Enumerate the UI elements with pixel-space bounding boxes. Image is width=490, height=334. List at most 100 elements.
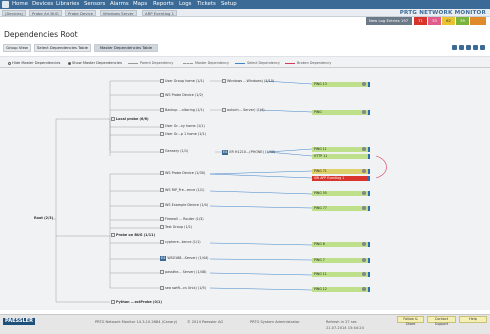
breadcrumb-probe[interactable]: Probe Ari BUG [29,10,62,16]
tree-node-device[interactable]: WS RIP_Fre...ence (1/1) [160,188,204,193]
zoom-out-icon[interactable] [459,45,464,50]
zoom-in-icon[interactable] [452,45,457,50]
breadcrumb-probe-device[interactable]: Probe Device [65,10,96,16]
nav-logs[interactable]: Logs [179,1,191,8]
tree-node-group[interactable]: User Gr...ny home (1/1) [160,124,205,129]
tree-node-device[interactable]: WS Probe Device (1/2) [160,93,203,98]
device-icon [160,188,164,192]
follow-share-button[interactable]: Follow & Share [397,316,424,326]
device-icon [160,149,164,153]
node-label: WS0168...Server) (1/44) [167,256,209,260]
export-icon[interactable] [473,45,478,50]
tab-master-dependencies-table[interactable]: Master Dependencies Table [94,44,158,52]
nav-home[interactable]: Home [12,1,28,8]
sensor-settings-icon[interactable] [362,110,370,114]
brand-logo: PRTG NETWORK MONITOR [399,10,486,16]
tree-node-group[interactable]: User Gr...p 1 home (1/1) [160,132,206,137]
nav-alarms[interactable]: Alarms [110,1,129,8]
breadcrumb-server[interactable]: Windows Server [100,10,137,16]
tree-root-node[interactable]: Root (2/3) [34,216,53,221]
tree-node-device[interactable]: Windows ...Windows) (1/10) [222,79,274,84]
node-label: WS Probe Device (1/2) [165,93,204,97]
device-icon [222,108,226,112]
alarm-partial-count[interactable]: 33 [428,17,441,25]
paessler-logo: PAESSLER [3,318,35,325]
node-label: WS Example Device (1/4) [165,203,209,207]
tree-node-device[interactable]: WS Probe Device (1/30) [160,171,205,176]
nav-tickets[interactable]: Tickets [197,1,216,8]
user-text[interactable]: PRTG System Administrator [250,320,300,324]
device-icon [160,93,164,97]
device-icon [222,79,226,83]
nav-devices[interactable]: Devices [32,1,53,8]
tree-node-device[interactable]: sea swift...cs Unix) (1/5) [160,286,206,291]
sensor-http[interactable]: HTTP 11 [312,154,370,159]
help-button[interactable]: Help [459,316,487,323]
root-label: Root (2/3) [34,216,54,220]
python-probe-label: Python ...ectProbe (0/1) [116,300,162,304]
sensor-settings-icon[interactable] [362,272,370,276]
alarm-down-count[interactable]: 71 [414,17,427,25]
tree-node-device[interactable]: WS Example Device (1/4) [160,203,208,208]
alarm-ok-count[interactable]: 39 [456,17,469,25]
fit-icon[interactable] [466,45,471,50]
nav-maps[interactable]: Maps [133,1,147,8]
new-log-entries-button[interactable]: New Log Entries 197 [366,17,412,25]
tree-node-device[interactable]: passthe... Server) (1/48) [160,270,206,275]
device-icon [160,286,164,290]
tree-node-local-probe[interactable]: Local probe (6/6) [111,117,149,122]
alarm-warning-count[interactable]: 62 [442,17,455,25]
tab-select-dependencies-table[interactable]: Select Dependencies Table [34,44,91,52]
group-icon [160,124,164,128]
group-icon [160,225,164,229]
tree-node-device[interactable]: Backup ...nitoring (1/1) [160,108,204,113]
nav-sensors[interactable]: Sensors [84,1,105,8]
node-label: sea swift...cs Unix) (1/5) [165,286,206,290]
home-icon[interactable] [2,1,9,8]
tree-node-group[interactable]: User Group home (1/1) [160,79,204,84]
tree-node-probe-on-bug[interactable]: Probe on BUG (1/11) [111,233,155,238]
tree-node-device[interactable]: E4 WS0168...Server) (1/44) [160,256,208,261]
alarm-unusual-icon[interactable] [470,17,486,25]
node-label: ER H1210...(PHONE) (1/40) [229,150,276,154]
node-label: User Gr...p 1 home (1/1) [165,132,207,136]
node-label: User Group home (1/1) [165,79,204,83]
version-text: PRTG Network Monitor 14.3.10.2684 (Canar… [95,320,178,324]
device-icon [160,171,164,175]
help-icon[interactable] [480,45,485,50]
sensor-settings-icon[interactable] [362,169,370,173]
page-title: Dependencies Root [4,30,78,39]
nav-setup[interactable]: Setup [221,1,237,8]
dependency-tree-lines [52,80,387,303]
sensor-settings-icon[interactable] [362,206,370,210]
sensor-eventlog[interactable]: SW APP Eventlog 1 [312,176,370,181]
sensor-settings-icon[interactable] [362,82,370,86]
tree-node-device[interactable]: E4 ER H1210...(PHONE) (1/40) [222,150,275,155]
probe-icon [111,300,115,304]
tree-node-group[interactable]: Test Group (1/1) [160,225,192,230]
tree-node-device[interactable]: cyphere...tence (1/1) [160,240,201,245]
probe-on-bug-label: Probe on BUG (1/11) [116,233,156,237]
probe-icon [111,233,115,237]
nav-reports[interactable]: Reports [153,1,174,8]
nav-libraries[interactable]: Libraries [56,1,79,8]
breadcrumb-sensor[interactable]: ARP Eventlog 1 [142,10,178,16]
node-label: User Gr...ny home (1/1) [165,124,205,128]
local-probe-label: Local probe (6/6) [116,117,149,121]
sensor-settings-icon[interactable] [362,242,370,246]
tree-node-python-probe[interactable]: Python ...ectProbe (0/1) [111,300,162,305]
tree-node-device[interactable]: Firewall ... Router (1/3) [160,217,204,222]
sensor-settings-icon[interactable] [362,191,370,195]
group-icon [160,79,164,83]
tree-node-device[interactable]: autoch... Server) (1/4) [222,108,265,113]
refresh-text[interactable]: Refresh in 27 sec [326,320,357,324]
tab-group-view[interactable]: Group View [3,44,31,52]
sensor-settings-icon[interactable] [362,258,370,262]
sensor-settings-icon[interactable] [362,147,370,151]
breadcrumb-devices[interactable]: (Devices) [2,10,26,16]
tree-node-device[interactable]: Gensery (1/1) [160,149,188,154]
device-icon [160,203,164,207]
node-label: WS Probe Device (1/30) [165,171,206,175]
contact-support-button[interactable]: Contact Support [427,316,456,326]
sensor-settings-icon[interactable] [362,287,370,291]
